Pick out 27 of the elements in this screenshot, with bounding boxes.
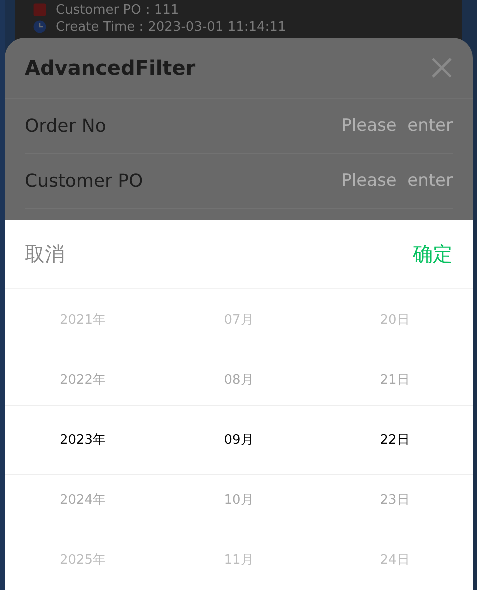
field-label: Order No [25, 116, 106, 136]
picker-option[interactable]: 2021年 [60, 291, 106, 351]
input-field[interactable]: Please enter [143, 171, 453, 191]
input-field[interactable]: Please enter [106, 116, 453, 136]
confirm-button[interactable]: 确定 [413, 240, 453, 268]
cancel-button[interactable]: 取消 [25, 240, 65, 268]
picker-option[interactable]: 08月 [224, 351, 254, 411]
picker-option[interactable]: 23日 [380, 471, 410, 531]
picker-option[interactable]: 09月 [224, 411, 254, 471]
clock-icon [33, 20, 47, 34]
picker-option[interactable]: 2025年 [60, 531, 106, 590]
picker-option[interactable]: 2024年 [60, 471, 106, 531]
field-label: Customer PO [25, 170, 144, 192]
document-icon [33, 2, 47, 16]
picker-option[interactable]: 22日 [380, 411, 410, 471]
picker-option[interactable]: 10月 [224, 471, 254, 531]
picker-option[interactable]: 24日 [380, 531, 410, 590]
picker-option[interactable]: 20日 [380, 291, 410, 351]
sheet-title: AdvancedFilter [25, 56, 196, 80]
picker-option[interactable]: 21日 [380, 351, 410, 411]
detail-text: Create Time：2023-03-01 11:14:11 [56, 18, 286, 36]
picker-option[interactable]: 2023年 [60, 411, 106, 471]
detail-text: Customer PO：111 [56, 2, 180, 18]
picker-option[interactable]: 11月 [224, 531, 254, 590]
picker-option[interactable]: 07月 [224, 291, 254, 351]
close-icon[interactable] [431, 57, 453, 79]
picker-option[interactable]: 2022年 [60, 351, 106, 411]
